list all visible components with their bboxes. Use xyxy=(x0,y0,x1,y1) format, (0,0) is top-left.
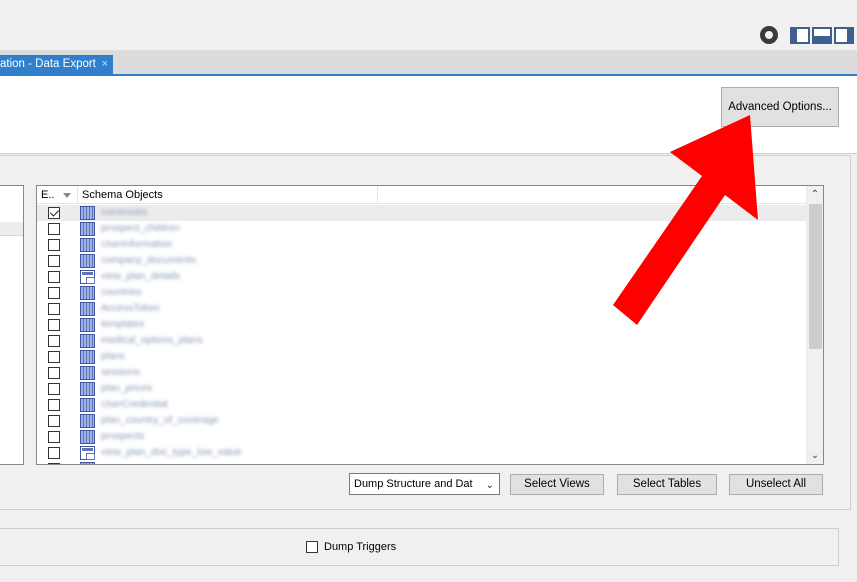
vertical-scrollbar[interactable]: ⌃ ⌄ xyxy=(806,186,823,464)
table-icon xyxy=(80,350,95,364)
object-name: AccessToken xyxy=(101,303,160,314)
export-checkbox[interactable] xyxy=(48,335,60,347)
object-name: prospect_children xyxy=(101,223,180,234)
scroll-up-icon[interactable]: ⌃ xyxy=(807,186,823,203)
list-item[interactable]: UserCredential xyxy=(37,397,807,413)
column-divider[interactable] xyxy=(377,186,378,204)
col-schema-objects-header[interactable]: Schema Objects xyxy=(82,189,163,201)
column-divider[interactable] xyxy=(77,186,78,204)
list-item[interactable] xyxy=(37,461,807,464)
list-item[interactable]: plan_country_of_coverage xyxy=(37,413,807,429)
export-checkbox[interactable] xyxy=(48,463,60,464)
select-views-button[interactable]: Select Views xyxy=(510,474,604,495)
object-name: UserInformation xyxy=(101,239,173,250)
object-name: plan_prices xyxy=(101,383,153,394)
tab-data-export[interactable]: ation - Data Export × xyxy=(0,55,113,75)
export-checkbox[interactable] xyxy=(48,239,60,251)
table-icon xyxy=(80,334,95,348)
object-name: currencies xyxy=(101,207,148,218)
table-icon xyxy=(80,414,95,428)
dump-triggers-label[interactable]: Dump Triggers xyxy=(324,541,396,553)
col-export-header[interactable]: E.. xyxy=(41,189,54,201)
table-icon xyxy=(80,254,95,268)
export-checkbox[interactable] xyxy=(48,415,60,427)
table-icon xyxy=(80,430,95,444)
dump-mode-select[interactable]: Dump Structure and Dat ⌄ xyxy=(349,473,500,495)
export-checkbox[interactable] xyxy=(48,303,60,315)
export-checkbox[interactable] xyxy=(48,319,60,331)
export-checkbox[interactable] xyxy=(48,351,60,363)
object-name: medical_options_plans xyxy=(101,335,203,346)
view-icon xyxy=(80,270,95,284)
object-name: view_plan_details xyxy=(101,271,180,282)
table-icon xyxy=(80,462,95,464)
triggers-group-box xyxy=(0,528,839,566)
table-icon xyxy=(80,238,95,252)
object-name: plan_country_of_coverage xyxy=(101,415,219,426)
schema-list-selected-row[interactable] xyxy=(0,222,23,236)
export-checkbox[interactable] xyxy=(48,431,60,443)
scroll-down-icon[interactable]: ⌄ xyxy=(807,447,823,464)
table-icon xyxy=(80,206,95,220)
export-checkbox[interactable] xyxy=(48,271,60,283)
close-icon[interactable]: × xyxy=(102,55,108,74)
scroll-thumb[interactable] xyxy=(809,204,822,349)
sort-arrow-icon[interactable] xyxy=(63,193,71,198)
view-icon xyxy=(80,446,95,460)
export-checkbox[interactable] xyxy=(48,255,60,267)
unselect-all-button[interactable]: Unselect All xyxy=(729,474,823,495)
panel-bottom-icon[interactable] xyxy=(812,27,832,44)
table-icon xyxy=(80,318,95,332)
export-checkbox[interactable] xyxy=(48,383,60,395)
sidebar-left-icon[interactable] xyxy=(790,27,810,44)
select-tables-button[interactable]: Select Tables xyxy=(617,474,717,495)
list-item[interactable]: view_plan_doc_type_low_value xyxy=(37,445,807,461)
dump-mode-value: Dump Structure and Dat xyxy=(354,478,473,490)
list-item[interactable]: prospects xyxy=(37,429,807,445)
red-arrow-annotation xyxy=(613,115,758,325)
object-name: UserCredential xyxy=(101,399,168,410)
export-checkbox[interactable] xyxy=(48,367,60,379)
object-name: prospects xyxy=(101,431,145,442)
table-icon xyxy=(80,302,95,316)
dump-triggers-checkbox[interactable] xyxy=(306,541,318,553)
object-name: plans xyxy=(101,351,125,362)
tab-strip xyxy=(0,50,857,75)
list-item[interactable]: medical_options_plans xyxy=(37,333,807,349)
export-checkbox[interactable] xyxy=(48,223,60,235)
object-name: sessions xyxy=(101,367,140,378)
export-checkbox[interactable] xyxy=(48,399,60,411)
gear-icon[interactable] xyxy=(760,26,778,44)
list-item[interactable]: plan_prices xyxy=(37,381,807,397)
export-checkbox[interactable] xyxy=(48,207,60,219)
list-item[interactable]: sessions xyxy=(37,365,807,381)
chevron-down-icon: ⌄ xyxy=(485,480,494,491)
object-name: view_plan_doc_type_low_value xyxy=(101,447,242,458)
table-icon xyxy=(80,222,95,236)
object-name: countries xyxy=(101,287,142,298)
table-icon xyxy=(80,382,95,396)
top-toolbar xyxy=(0,0,857,50)
object-name: templates xyxy=(101,319,145,330)
table-icon xyxy=(80,366,95,380)
export-checkbox[interactable] xyxy=(48,287,60,299)
tab-label: ation - Data Export xyxy=(0,58,96,70)
object-name: company_documents xyxy=(101,255,197,266)
sidebar-right-icon[interactable] xyxy=(834,27,854,44)
table-icon xyxy=(80,398,95,412)
list-item[interactable]: plans xyxy=(37,349,807,365)
table-icon xyxy=(80,286,95,300)
export-checkbox[interactable] xyxy=(48,447,60,459)
